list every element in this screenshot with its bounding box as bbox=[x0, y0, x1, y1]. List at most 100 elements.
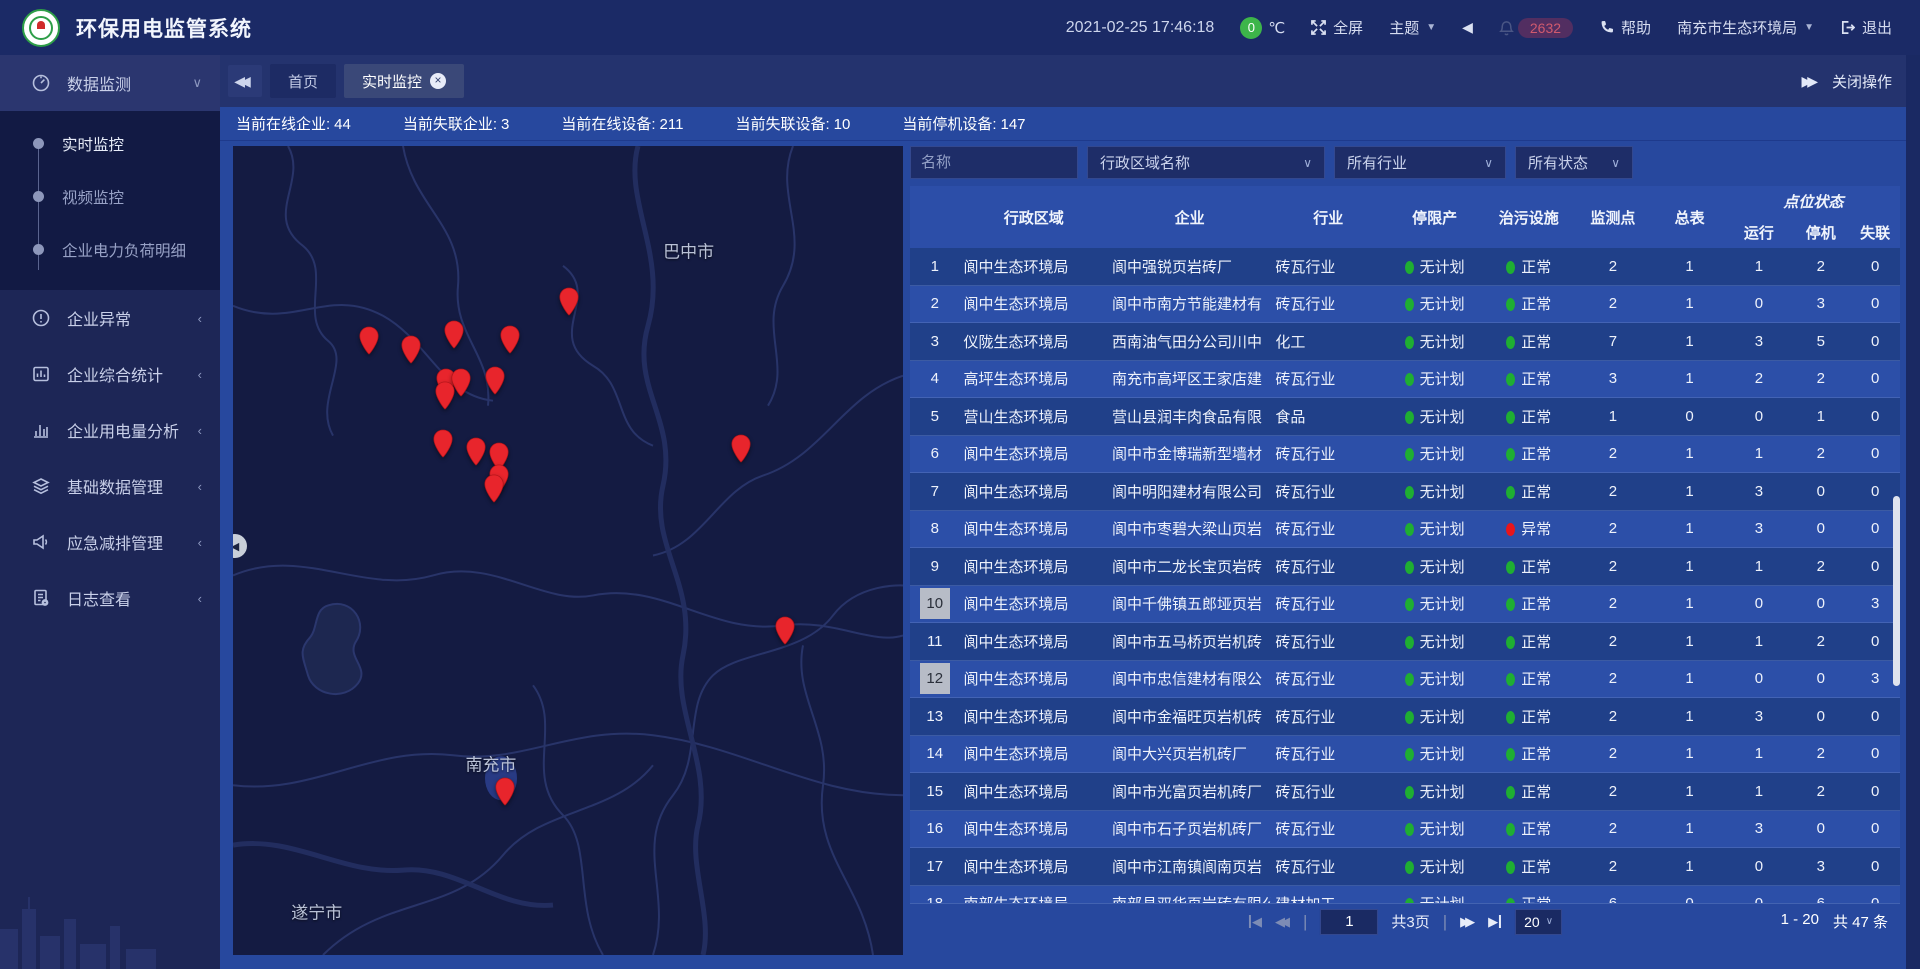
page-title: 环保用电监管系统 bbox=[76, 13, 252, 43]
table-row[interactable]: 13阆中生态环境局阆中市金福旺页岩机砖砖瓦行业无计划正常21300 bbox=[910, 698, 1900, 736]
table-row[interactable]: 11阆中生态环境局阆中市五马桥页岩机砖砖瓦行业无计划正常21120 bbox=[910, 623, 1900, 661]
sidebar-item-emergency-reduction[interactable]: 应急减排管理‹ bbox=[0, 514, 220, 570]
table-row[interactable]: 16阆中生态环境局阆中市石子页岩机砖厂砖瓦行业无计划正常21300 bbox=[910, 811, 1900, 849]
notifications[interactable]: 2632 bbox=[1499, 18, 1573, 38]
sidebar-item-base-data-management[interactable]: 基础数据管理‹ bbox=[0, 458, 220, 514]
prev-page-button[interactable]: ◀◀ bbox=[1275, 914, 1290, 930]
gauge-icon bbox=[30, 73, 52, 93]
organization-dropdown[interactable]: 南充市生态环境局 ▼ bbox=[1677, 17, 1814, 38]
fullscreen-button[interactable]: 全屏 bbox=[1311, 17, 1363, 38]
status-dot-icon bbox=[1506, 261, 1515, 274]
sidebar-item-enterprise-statistics[interactable]: 企业综合统计‹ bbox=[0, 346, 220, 402]
sidebar-item-enterprise-abnormal[interactable]: 企业异常‹ bbox=[0, 290, 220, 346]
sidebar-subitem[interactable]: 实时监控 bbox=[0, 117, 220, 170]
tabs-scroll-right-button[interactable]: ▶▶ bbox=[1801, 73, 1818, 90]
table-row[interactable]: 4高坪生态环境局南充市高坪区王家店建砖瓦行业无计划正常31220 bbox=[910, 361, 1900, 399]
page-size-select[interactable]: 20 ∨ bbox=[1515, 909, 1562, 935]
bullet-dot-icon bbox=[33, 244, 44, 255]
col-region: 行政区域 bbox=[960, 186, 1109, 248]
chevron-left-icon: ‹ bbox=[198, 311, 202, 326]
map-panel[interactable]: ◀ 巴中市南充市遂宁市 bbox=[233, 146, 903, 955]
name-filter-input[interactable] bbox=[910, 146, 1078, 179]
table-row[interactable]: 8阆中生态环境局阆中市枣碧大梁山页岩砖瓦行业无计划异常21300 bbox=[910, 511, 1900, 549]
table-row[interactable]: 7阆中生态环境局阆中明阳建材有限公司砖瓦行业无计划正常21300 bbox=[910, 473, 1900, 511]
map-pin-icon[interactable] bbox=[359, 326, 380, 360]
col-meter: 总表 bbox=[1652, 186, 1726, 248]
table-row[interactable]: 2阆中生态环境局阆中市南方节能建材有砖瓦行业无计划正常21030 bbox=[910, 286, 1900, 324]
map-pin-icon[interactable] bbox=[484, 474, 505, 508]
map-pin-icon[interactable] bbox=[499, 325, 520, 359]
sidebar-item-log-view[interactable]: 日志查看‹ bbox=[0, 570, 220, 626]
status-dot-icon bbox=[1405, 373, 1414, 386]
col-index bbox=[910, 186, 960, 248]
status-filter-select[interactable]: 所有状态 ∨ bbox=[1515, 146, 1633, 179]
map-pin-icon[interactable] bbox=[775, 616, 796, 650]
industry-filter-select[interactable]: 所有行业 ∨ bbox=[1334, 146, 1506, 179]
status-dot-icon bbox=[1405, 561, 1414, 574]
map-pin-icon[interactable] bbox=[401, 335, 422, 369]
page-scrollbar[interactable] bbox=[1906, 55, 1920, 969]
next-page-button[interactable]: ▶▶ bbox=[1460, 914, 1475, 930]
table-row[interactable]: 9阆中生态环境局阆中市二龙长宝页岩砖砖瓦行业无计划正常21120 bbox=[910, 548, 1900, 586]
logout-icon bbox=[1840, 20, 1855, 35]
status-dot-icon bbox=[1405, 861, 1414, 874]
status-dot-icon bbox=[1405, 711, 1414, 724]
col-production: 停限产 bbox=[1385, 186, 1484, 248]
tab-首页[interactable]: 首页 bbox=[270, 64, 336, 98]
map-pin-icon[interactable] bbox=[730, 434, 751, 468]
region-filter-select[interactable]: 行政区域名称 ∨ bbox=[1087, 146, 1325, 179]
sidebar-item-data-monitoring[interactable]: 数据监测∨ bbox=[0, 55, 220, 111]
speaker-button[interactable]: ◀ bbox=[1462, 19, 1473, 36]
status-dot-icon bbox=[1506, 523, 1515, 536]
stat-item: 当前失联设备:10 bbox=[735, 113, 850, 134]
table-scrollbar-thumb[interactable] bbox=[1893, 496, 1900, 686]
record-total-label: 共 47 条 bbox=[1833, 911, 1888, 932]
chevron-down-icon: ∨ bbox=[1303, 156, 1312, 170]
col-point-status-group: 点位状态 运行 停机 失联 bbox=[1727, 186, 1900, 248]
bell-icon bbox=[1499, 20, 1514, 36]
map-pin-icon[interactable] bbox=[434, 381, 455, 415]
map-pin-icon[interactable] bbox=[444, 320, 465, 354]
status-dot-icon bbox=[1506, 636, 1515, 649]
table-row[interactable]: 6阆中生态环境局阆中市金博瑞新型墙材砖瓦行业无计划正常21120 bbox=[910, 436, 1900, 474]
table-row[interactable]: 5营山生态环境局营山县润丰肉食品有限食品无计划正常10010 bbox=[910, 398, 1900, 436]
table-row[interactable]: 17阆中生态环境局阆中市江南镇阆南页岩砖瓦行业无计划正常21030 bbox=[910, 848, 1900, 886]
help-button[interactable]: 帮助 bbox=[1599, 17, 1651, 38]
table-row[interactable]: 1阆中生态环境局阆中强锐页岩砖厂砖瓦行业无计划正常21120 bbox=[910, 248, 1900, 286]
table-row[interactable]: 18南部生态环境局南部县双华页岩砖有限公建材加工无计划正常60060 bbox=[910, 886, 1900, 904]
map-pin-icon[interactable] bbox=[466, 437, 487, 471]
map-pin-icon[interactable] bbox=[432, 429, 453, 463]
status-dot-icon bbox=[1405, 636, 1414, 649]
table-row[interactable]: 15阆中生态环境局阆中市光富页岩机砖厂砖瓦行业无计划正常21120 bbox=[910, 773, 1900, 811]
sidebar-subitem[interactable]: 企业电力负荷明细 bbox=[0, 223, 220, 276]
layers-icon bbox=[30, 476, 52, 496]
temperature-unit: ℃ bbox=[1268, 19, 1285, 37]
table-row[interactable]: 14阆中生态环境局阆中大兴页岩机砖厂砖瓦行业无计划正常21120 bbox=[910, 736, 1900, 774]
logout-button[interactable]: 退出 bbox=[1840, 17, 1892, 38]
sidebar-item-power-usage-analysis[interactable]: 企业用电量分析‹ bbox=[0, 402, 220, 458]
table-row[interactable]: 12阆中生态环境局阆中市忠信建材有限公砖瓦行业无计划正常21003 bbox=[910, 661, 1900, 699]
theme-dropdown[interactable]: 主题 ▼ bbox=[1389, 17, 1436, 38]
status-dot-icon bbox=[1405, 261, 1414, 274]
table-row[interactable]: 3仪陇生态环境局西南油气田分公司川中化工无计划正常71350 bbox=[910, 323, 1900, 361]
status-dot-icon bbox=[1506, 673, 1515, 686]
map-pin-icon[interactable] bbox=[484, 366, 505, 400]
map-pin-icon[interactable] bbox=[558, 287, 579, 321]
sidebar-subitem[interactable]: 视频监控 bbox=[0, 170, 220, 223]
close-icon[interactable]: × bbox=[430, 73, 446, 89]
datetime: 2021-02-25 17:46:18 bbox=[1066, 19, 1215, 37]
table-row[interactable]: 10阆中生态环境局阆中千佛镇五郎垭页岩砖瓦行业无计划正常21003 bbox=[910, 586, 1900, 624]
chevron-down-icon: ∨ bbox=[1484, 156, 1493, 170]
tabs-scroll-left-button[interactable]: ◀◀ bbox=[228, 65, 262, 97]
status-dot-icon bbox=[1506, 711, 1515, 724]
last-page-button[interactable]: ▶ bbox=[1488, 914, 1502, 930]
close-operations-button[interactable]: 关闭操作 bbox=[1832, 71, 1892, 92]
tab-实时监控[interactable]: 实时监控× bbox=[344, 64, 464, 98]
bullet-dot-icon bbox=[33, 191, 44, 202]
status-dot-icon bbox=[1506, 486, 1515, 499]
log-file-icon bbox=[30, 588, 52, 608]
map-pin-icon[interactable] bbox=[495, 777, 516, 811]
page-number-input[interactable] bbox=[1320, 909, 1378, 935]
map-city-label: 遂宁市 bbox=[291, 899, 342, 924]
first-page-button[interactable]: ◀ bbox=[1248, 914, 1262, 930]
